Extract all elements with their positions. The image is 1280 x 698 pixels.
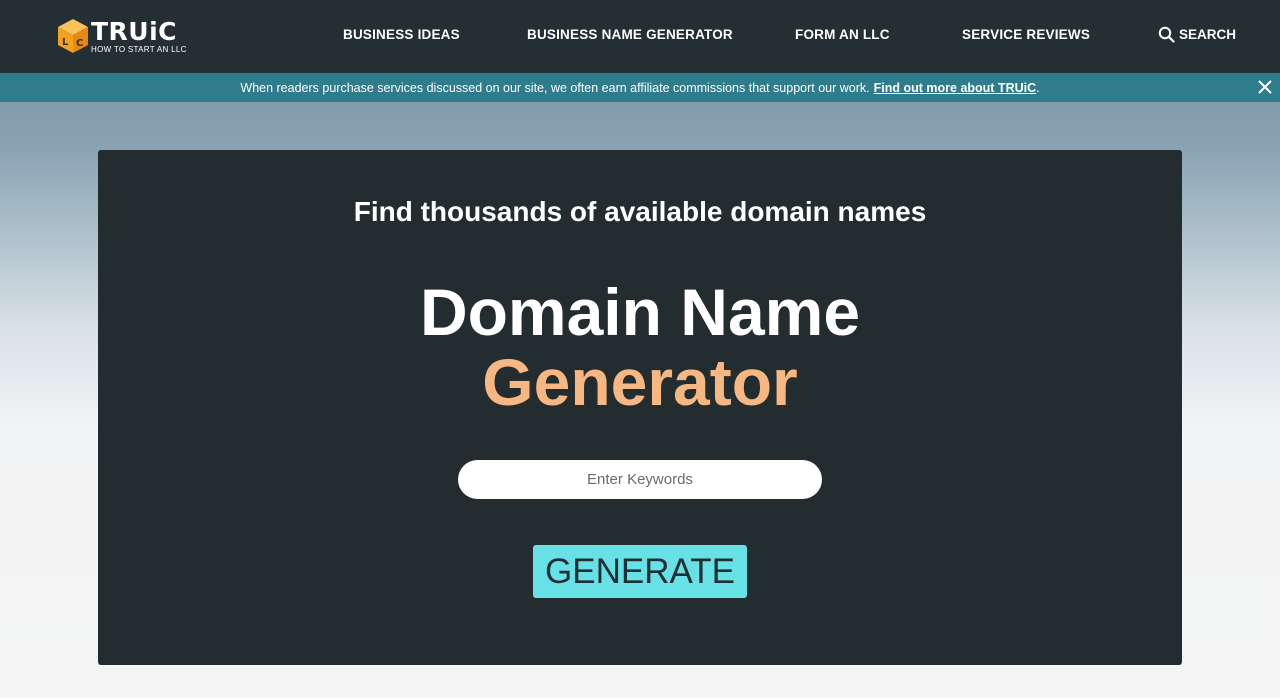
affiliate-disclosure-banner: When readers purchase services discussed…: [0, 73, 1280, 102]
search-label: SEARCH: [1179, 27, 1237, 42]
affiliate-text: When readers purchase services discussed…: [240, 80, 870, 95]
generate-button[interactable]: GENERATE: [533, 545, 747, 598]
cube-letter-l: L: [62, 37, 69, 48]
hero-subtitle: Find thousands of available domain names: [353, 196, 927, 227]
logo-brand: TRUiC: [91, 16, 178, 46]
keywords-input[interactable]: [458, 460, 822, 499]
find-out-more-link[interactable]: Find out more about TRUiC: [874, 81, 1036, 95]
hero-title: Domain Name: [419, 275, 861, 349]
affiliate-suffix: .: [1036, 80, 1040, 95]
cube-letter-c: C: [76, 38, 83, 49]
cube-logo-icon: L C: [58, 19, 88, 53]
nav-form-an-llc[interactable]: FORM AN LLC: [795, 27, 890, 42]
truic-logo[interactable]: L C TRUiC HOW TO START AN LLC: [57, 14, 187, 58]
nav-service-reviews[interactable]: SERVICE REVIEWS: [962, 27, 1090, 42]
domain-generator-hero: Find thousands of available domain names…: [98, 150, 1182, 665]
search-button[interactable]: SEARCH: [1158, 26, 1236, 43]
nav-business-ideas[interactable]: BUSINESS IDEAS: [343, 27, 460, 42]
logo-tagline: HOW TO START AN LLC: [91, 44, 187, 54]
close-icon[interactable]: [1256, 78, 1274, 96]
nav-business-name-generator[interactable]: BUSINESS NAME GENERATOR: [527, 27, 733, 42]
logo-text: TRUiC HOW TO START AN LLC: [91, 19, 187, 54]
search-icon: [1158, 26, 1175, 43]
hero-title-accent: Generator: [482, 345, 798, 419]
top-navigation: L C TRUiC HOW TO START AN LLC BUSINESS I…: [0, 0, 1280, 73]
